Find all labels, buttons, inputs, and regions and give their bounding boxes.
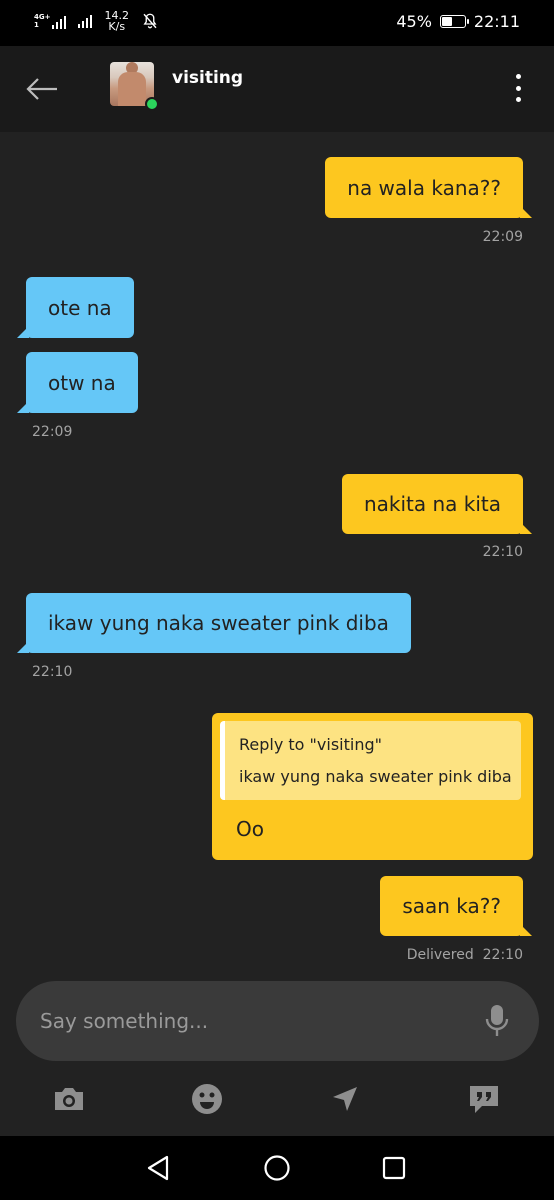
quoted-text: ikaw yung naka sweater pink diba — [239, 767, 512, 786]
online-indicator — [145, 97, 159, 111]
message-text: otw na — [48, 370, 116, 395]
network-type-label: 4G+ — [34, 13, 51, 21]
message-bubble-incoming[interactable]: ote na — [17, 277, 134, 338]
camera-icon — [55, 1088, 83, 1110]
message-time: 22:09 — [32, 424, 73, 440]
dot-icon — [515, 97, 521, 102]
square-recents-icon — [382, 1156, 406, 1180]
battery-fill — [441, 17, 452, 26]
message-bubble-outgoing[interactable]: na wala kana?? — [325, 157, 532, 218]
saved-phrases-icon — [470, 1086, 498, 1113]
location-arrow-icon — [333, 1087, 357, 1111]
message-bubble-incoming[interactable]: ikaw yung naka sweater pink diba — [17, 593, 411, 653]
message-text: ikaw yung naka sweater pink diba — [48, 611, 389, 635]
system-nav-bar — [0, 1136, 554, 1200]
signal-bars-2-icon — [78, 14, 93, 28]
emoji-button[interactable] — [189, 1081, 225, 1117]
back-button[interactable] — [22, 70, 62, 108]
camera-button[interactable] — [51, 1081, 87, 1117]
smiley-icon — [192, 1084, 222, 1114]
bell-off-icon — [143, 13, 157, 29]
message-composer — [16, 981, 539, 1061]
signal-bars-icon — [52, 15, 67, 29]
message-bubble-outgoing[interactable]: saan ka?? — [380, 876, 532, 936]
circle-home-icon — [264, 1155, 290, 1181]
microphone-button[interactable] — [485, 1003, 509, 1039]
message-text: saan ka?? — [402, 894, 501, 918]
network-sim-label: 1 — [34, 21, 39, 29]
chat-toolbar — [0, 1061, 554, 1136]
message-input[interactable] — [40, 981, 460, 1061]
more-options-button[interactable] — [508, 70, 528, 106]
chat-header: visiting — [0, 46, 554, 132]
quoted-message[interactable]: Reply to "visiting" ikaw yung naka sweat… — [220, 721, 521, 800]
nav-back-button[interactable] — [142, 1152, 174, 1184]
network-speed: 14.2 K/s — [104, 10, 129, 32]
message-time: 22:10 — [32, 664, 73, 680]
microphone-icon — [485, 1005, 509, 1036]
message-time: 22:10 — [482, 544, 523, 560]
network-tag: 4G+ 1 — [34, 13, 50, 29]
status-right: 45% 22:11 — [396, 12, 520, 31]
message-text: na wala kana?? — [347, 175, 501, 200]
clock: 22:11 — [473, 12, 520, 31]
message-text: nakita na kita — [363, 492, 501, 516]
dot-icon — [515, 74, 521, 79]
saved-phrases-button[interactable] — [466, 1081, 502, 1117]
battery-percent: 45% — [396, 12, 432, 31]
send-location-button[interactable] — [327, 1081, 363, 1117]
signal-1: 4G+ 1 — [34, 13, 67, 29]
delivery-status: Delivered 22:10 — [407, 947, 523, 963]
message-time: 22:10 — [482, 947, 523, 963]
nav-recents-button[interactable] — [378, 1152, 410, 1184]
message-text: ote na — [48, 295, 112, 320]
status-left: 4G+ 1 14.2 K/s — [34, 10, 159, 32]
reply-message-bubble[interactable]: Reply to "visiting" ikaw yung naka sweat… — [212, 713, 533, 860]
message-bubble-outgoing[interactable]: nakita na kita — [341, 474, 533, 534]
dot-icon — [515, 85, 521, 91]
delivered-label: Delivered — [406, 947, 474, 963]
contact-avatar[interactable] — [110, 62, 159, 111]
message-time: 22:09 — [482, 229, 523, 245]
message-bubble-incoming[interactable]: otw na — [17, 352, 138, 413]
arrow-left-icon — [26, 78, 57, 100]
message-text: Oo — [236, 817, 264, 841]
contact-name[interactable]: visiting — [172, 68, 243, 88]
speed-unit: K/s — [108, 20, 126, 33]
triangle-back-icon — [147, 1155, 169, 1181]
nav-home-button[interactable] — [261, 1152, 293, 1184]
status-bar: 4G+ 1 14.2 K/s 45% 22:11 — [0, 0, 554, 46]
battery-icon — [439, 15, 469, 28]
reply-title: Reply to "visiting" — [239, 735, 382, 754]
